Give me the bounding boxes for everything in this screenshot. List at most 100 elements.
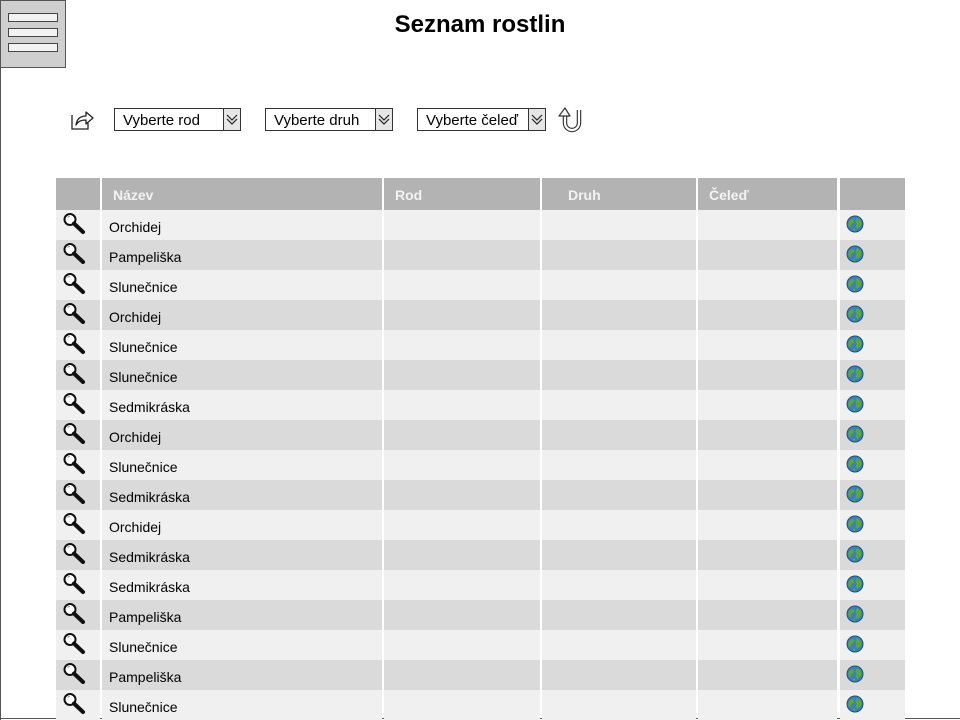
plant-name-cell: Slunečnice [102,450,382,480]
globe-icon[interactable] [846,545,864,563]
genus-filter-value: Vyberte rod [123,112,200,129]
plant-name-cell: Slunečnice [102,270,382,300]
row-link-cell [840,240,905,270]
plant-family-cell [698,690,837,720]
undo-reset-icon[interactable] [555,104,585,134]
plant-species-cell [542,630,696,660]
column-header-species[interactable]: Druh [542,178,696,210]
row-link-cell [840,390,905,420]
magnifier-search-icon[interactable] [62,572,86,594]
magnifier-search-icon[interactable] [62,422,86,444]
row-link-cell [840,600,905,630]
family-filter-select[interactable]: Vyberte čeleď [417,108,546,131]
magnifier-search-icon[interactable] [62,602,86,624]
table-row: Sedmikráska [56,540,905,570]
row-link-cell [840,420,905,450]
plant-genus-cell [384,540,540,570]
magnifier-search-icon[interactable] [62,452,86,474]
plant-name-cell: Slunečnice [102,330,382,360]
magnifier-search-icon[interactable] [62,212,86,234]
plant-genus-cell [384,660,540,690]
plant-species-cell [542,480,696,510]
magnifier-search-icon[interactable] [62,362,86,384]
plant-species-cell [542,600,696,630]
plant-species-cell [542,690,696,720]
plant-family-cell [698,360,837,390]
plant-genus-cell [384,480,540,510]
magnifier-search-icon[interactable] [62,392,86,414]
chevron-down-icon[interactable] [223,109,240,130]
chevron-down-icon[interactable] [528,109,545,130]
chevron-down-icon[interactable] [375,109,392,130]
column-header-name[interactable]: Název [102,178,382,210]
magnifier-search-icon[interactable] [62,512,86,534]
table-row: Sedmikráska [56,570,905,600]
globe-icon[interactable] [846,335,864,353]
globe-icon[interactable] [846,275,864,293]
globe-icon[interactable] [846,245,864,263]
plant-family-cell [698,210,837,240]
magnifier-search-icon[interactable] [62,482,86,504]
globe-icon[interactable] [846,215,864,233]
table-row: Slunečnice [56,330,905,360]
plant-genus-cell [384,270,540,300]
plant-family-cell [698,420,837,450]
plant-name-cell: Pampeliška [102,660,382,690]
table-row: Sedmikráska [56,480,905,510]
plant-genus-cell [384,210,540,240]
table-row: Pampeliška [56,240,905,270]
species-filter-select[interactable]: Vyberte druh [265,108,393,131]
globe-icon[interactable] [846,425,864,443]
globe-icon[interactable] [846,485,864,503]
column-header-genus[interactable]: Rod [384,178,540,210]
plant-name-cell: Slunečnice [102,630,382,660]
column-header-links [840,178,905,210]
window-left-border [0,0,1,720]
row-link-cell [840,360,905,390]
row-action-cell [56,570,100,600]
plant-family-cell [698,300,837,330]
plant-species-cell [542,450,696,480]
globe-icon[interactable] [846,455,864,473]
plant-genus-cell [384,240,540,270]
plant-species-cell [542,660,696,690]
magnifier-search-icon[interactable] [62,662,86,684]
plant-family-cell [698,390,837,420]
plant-name-cell: Sedmikráska [102,480,382,510]
row-action-cell [56,420,100,450]
globe-icon[interactable] [846,365,864,383]
magnifier-search-icon[interactable] [62,632,86,654]
plant-family-cell [698,540,837,570]
plant-family-cell [698,270,837,300]
magnifier-search-icon[interactable] [62,242,86,264]
plant-family-cell [698,450,837,480]
globe-icon[interactable] [846,695,864,713]
globe-icon[interactable] [846,395,864,413]
plant-species-cell [542,300,696,330]
globe-icon[interactable] [846,665,864,683]
plant-species-cell [542,360,696,390]
row-link-cell [840,660,905,690]
magnifier-search-icon[interactable] [62,302,86,324]
globe-icon[interactable] [846,515,864,533]
row-action-cell [56,240,100,270]
plant-family-cell [698,630,837,660]
table-body: Orchidej Pampeliška Slunečnice Orchidej … [56,210,905,720]
species-filter-value: Vyberte druh [274,112,360,129]
globe-icon[interactable] [846,575,864,593]
table-row: Slunečnice [56,630,905,660]
export-share-icon[interactable] [69,108,95,132]
globe-icon[interactable] [846,605,864,623]
plant-genus-cell [384,510,540,540]
magnifier-search-icon[interactable] [62,272,86,294]
row-action-cell [56,360,100,390]
globe-icon[interactable] [846,635,864,653]
column-header-family[interactable]: Čeleď [698,178,837,210]
plant-name-cell: Orchidej [102,300,382,330]
magnifier-search-icon[interactable] [62,542,86,564]
magnifier-search-icon[interactable] [62,332,86,354]
globe-icon[interactable] [846,305,864,323]
magnifier-search-icon[interactable] [62,692,86,714]
genus-filter-select[interactable]: Vyberte rod [114,108,241,131]
menu-bar-line [8,43,58,52]
